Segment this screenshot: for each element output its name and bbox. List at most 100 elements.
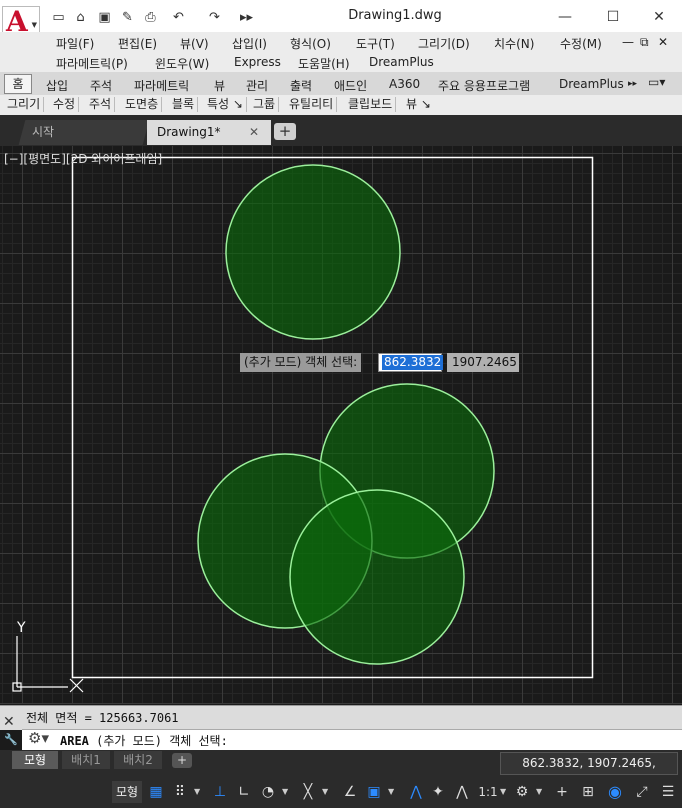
annotation-visibility-icon[interactable]: ⋀: [406, 781, 426, 803]
command-line-close-icon[interactable]: ✕: [3, 714, 15, 730]
customization-menu-icon[interactable]: ☰: [658, 781, 678, 803]
saveas-icon[interactable]: ✎: [119, 10, 136, 26]
polar-dropdown-icon[interactable]: ▼: [282, 781, 288, 803]
scale-dropdown-icon[interactable]: ▼: [500, 781, 506, 803]
menu-parametric[interactable]: 파라메트릭(P): [56, 55, 128, 72]
annotation-monitor-icon[interactable]: +: [552, 781, 572, 803]
isolate-objects-icon[interactable]: ◉: [604, 781, 626, 803]
menu-tools[interactable]: 도구(T): [356, 35, 395, 52]
workspace-gear-icon[interactable]: ⚙: [512, 781, 532, 803]
panel-view[interactable]: 뷰 ↘: [403, 97, 434, 112]
menu-file[interactable]: 파일(F): [56, 35, 94, 52]
close-button[interactable]: ✕: [636, 6, 682, 28]
ortho-icon[interactable]: ∟: [234, 781, 254, 803]
model-space-button[interactable]: 모형: [112, 781, 142, 803]
command-input-text: AREA (추가 모드) 객체 선택:: [60, 732, 228, 749]
clean-screen-icon[interactable]: ⤢: [632, 781, 652, 803]
auto-scale-icon[interactable]: ✦: [428, 781, 448, 803]
ribbon-tab-featured-apps[interactable]: 주요 응용프로그램: [438, 77, 530, 94]
object-snap-dropdown-icon[interactable]: ▼: [388, 781, 394, 803]
menu-format[interactable]: 형식(O): [290, 35, 331, 52]
annotation-scale-icon[interactable]: ⋀: [452, 781, 472, 803]
panel-properties[interactable]: 특성 ↘: [204, 97, 247, 112]
menu-express[interactable]: Express: [234, 55, 281, 69]
new-icon[interactable]: ▭: [50, 10, 67, 26]
more-icon[interactable]: ▸▸: [238, 10, 255, 26]
panel-modify[interactable]: 수정: [50, 97, 80, 112]
ribbon-tab-manage[interactable]: 관리: [246, 77, 268, 94]
infer-constraints-icon[interactable]: ⊥: [210, 781, 230, 803]
viewport-controls[interactable]: [−][평면도][2D 와이어프레임]: [4, 150, 162, 167]
layout-tab-layout2[interactable]: 배치2: [114, 751, 162, 769]
close-icon[interactable]: ✕: [249, 120, 259, 145]
redo-icon[interactable]: ↷: [206, 10, 223, 26]
menu-edit[interactable]: 편집(E): [118, 35, 157, 52]
polar-tracking-icon[interactable]: ◔: [258, 781, 278, 803]
snap-dropdown-icon[interactable]: ▼: [194, 781, 200, 803]
panel-clipboard[interactable]: 클립보드: [345, 97, 397, 112]
menu-close-button[interactable]: ✕: [658, 35, 668, 49]
ribbon-tab-insert[interactable]: 삽입: [46, 77, 68, 94]
menu-draw[interactable]: 그리기(D): [418, 35, 470, 52]
menu-dimension[interactable]: 치수(N): [494, 35, 534, 52]
file-tab-drawing1[interactable]: Drawing1* ✕: [147, 120, 271, 145]
command-customize-icon[interactable]: ⚙▾: [28, 729, 49, 747]
new-layout-button[interactable]: +: [172, 753, 192, 768]
menu-restore-button[interactable]: ⧉: [640, 35, 649, 50]
grid-icon[interactable]: ▦: [146, 781, 166, 803]
file-tab-start-label: 시작: [32, 125, 55, 139]
object-snap-tracking-icon[interactable]: ∠: [340, 781, 360, 803]
command-prompt: (추가 모드) 객체 선택:: [88, 734, 228, 748]
drawing-canvas[interactable]: Y: [0, 146, 682, 704]
panel-block[interactable]: 블록: [169, 97, 199, 112]
panel-groups[interactable]: 그룹: [250, 97, 280, 112]
layout-tab-model[interactable]: 모형: [12, 751, 58, 769]
chevron-down-icon: ▼: [31, 21, 37, 29]
drawing-circle-top[interactable]: [225, 164, 401, 340]
print-icon[interactable]: ⎙: [142, 10, 159, 26]
layout-tab-layout1[interactable]: 배치1: [62, 751, 110, 769]
maximize-button[interactable]: ☐: [590, 6, 636, 28]
coordinate-display[interactable]: 862.3832, 1907.2465, 0.0000: [500, 752, 678, 791]
menu-modify[interactable]: 수정(M): [560, 35, 602, 52]
snap-icon[interactable]: ⠿: [170, 781, 190, 803]
units-icon[interactable]: ⊞: [578, 781, 598, 803]
file-tab-start[interactable]: 시작: [18, 120, 150, 145]
menu-view[interactable]: 뷰(V): [180, 35, 209, 52]
ucs-y-label: Y: [16, 620, 26, 636]
panel-annotation[interactable]: 주석: [86, 97, 116, 112]
ribbon-tab-a360[interactable]: A360: [389, 77, 420, 91]
drawing-circle-bottom[interactable]: [289, 489, 465, 665]
ribbon-tab-annotate[interactable]: 주석: [90, 77, 112, 94]
annotation-scale-value[interactable]: 1:1: [478, 781, 498, 803]
ribbon-tab-dreamplus[interactable]: DreamPlus: [559, 77, 624, 91]
dynamic-input-y-field[interactable]: 1907.2465: [447, 353, 519, 372]
panel-layers[interactable]: 도면층: [122, 97, 163, 112]
isodraft-icon[interactable]: ╳: [298, 781, 318, 803]
ribbon-minimize-icon[interactable]: ▭▾: [648, 75, 665, 89]
dynamic-input-x-value: 862.3832: [382, 355, 444, 370]
object-snap-icon[interactable]: ▣: [364, 781, 384, 803]
ribbon-overflow-icon[interactable]: ▸▸: [628, 79, 637, 89]
minimize-button[interactable]: —: [542, 6, 588, 28]
menu-minimize-button[interactable]: —: [622, 35, 634, 49]
wrench-icon[interactable]: 🔧: [4, 733, 18, 746]
undo-icon[interactable]: ↶: [170, 10, 187, 26]
ribbon-tab-view[interactable]: 뷰: [214, 77, 225, 94]
menu-help[interactable]: 도움말(H): [298, 55, 350, 72]
open-icon[interactable]: ⌂: [72, 10, 89, 26]
ribbon-tab-addins[interactable]: 애드인: [334, 77, 367, 94]
dynamic-input-x-field[interactable]: 862.3832: [378, 353, 444, 372]
isodraft-dropdown-icon[interactable]: ▼: [322, 781, 328, 803]
save-icon[interactable]: ▣: [96, 10, 113, 26]
menu-window[interactable]: 윈도우(W): [155, 55, 209, 72]
new-file-tab-button[interactable]: +: [274, 123, 296, 140]
ribbon-tab-output[interactable]: 출력: [290, 77, 312, 94]
menu-insert[interactable]: 삽입(I): [232, 35, 267, 52]
workspace-dropdown-icon[interactable]: ▼: [536, 781, 542, 803]
ribbon-tab-home[interactable]: 홈: [4, 74, 32, 94]
panel-draw[interactable]: 그리기: [4, 97, 45, 112]
panel-utilities[interactable]: 유틸리티: [286, 97, 338, 112]
ribbon-tab-parametric[interactable]: 파라메트릭: [134, 77, 189, 94]
menu-dreamplus[interactable]: DreamPlus: [369, 55, 434, 69]
